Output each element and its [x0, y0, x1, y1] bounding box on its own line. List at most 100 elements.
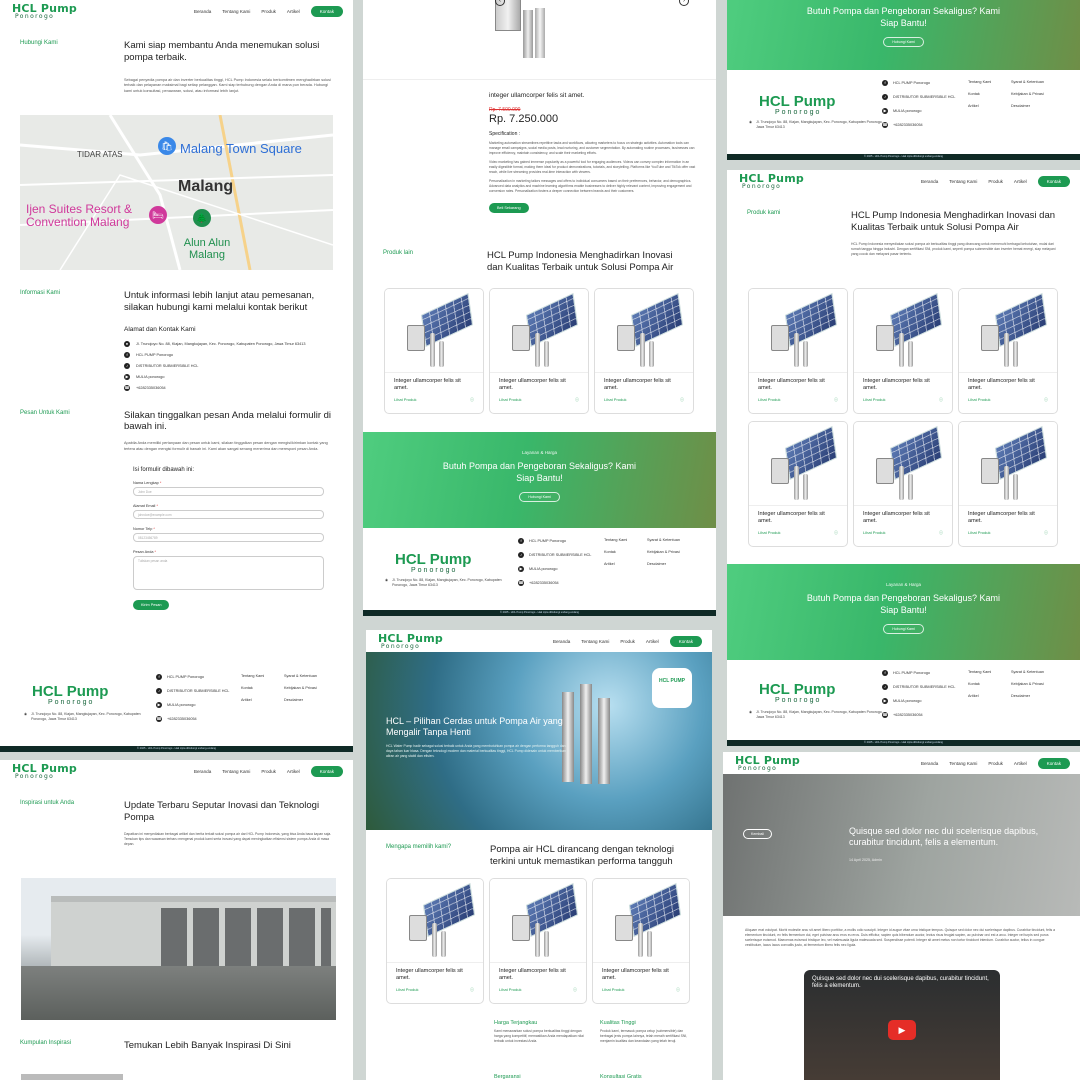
nav-contact-button[interactable]: Kontak [310, 765, 343, 777]
logo[interactable]: HCL Pump Ponorogo [12, 763, 77, 780]
product-card[interactable]: Integer ullamcorper felis sit amet. Lihat… [853, 288, 953, 414]
footer-social-facebook[interactable]: f HCL PUMP Ponorogo [156, 674, 229, 680]
footer-link[interactable]: Artikel [968, 104, 991, 108]
phone-field[interactable]: 08123456789 [133, 532, 324, 542]
product-card[interactable]: Integer ullamcorper felis sit amet. Lihat… [386, 878, 484, 1004]
footer-link[interactable]: Desclaimer [1011, 694, 1044, 698]
nav-item-produk[interactable]: Produk [261, 9, 276, 14]
cta-button[interactable]: Hubungi Kami [519, 492, 560, 503]
card-link[interactable]: Lihat Produk ⓘ [749, 392, 847, 403]
footer-social-whatsapp[interactable]: ☎ +6282335036054 [518, 580, 591, 586]
nav-item-artikel[interactable]: Artikel [646, 639, 659, 644]
article-thumbnail[interactable] [21, 1074, 123, 1080]
product-card[interactable]: Integer ullamcorper felis sit amet. Lihat… [489, 878, 587, 1004]
youtube-play-icon[interactable]: ▶ [888, 1020, 916, 1040]
footer-link[interactable]: Kebijakan & Privasi [1011, 92, 1044, 96]
message-field[interactable]: Tuliskan pesan anda [133, 555, 324, 590]
footer-logo[interactable]: HCL Pump Ponorogo [32, 684, 108, 706]
footer-link[interactable]: Kebijakan & Privasi [647, 550, 680, 554]
nav-item-artikel[interactable]: Artikel [1014, 179, 1027, 184]
product-card[interactable]: Integer ullamcorper felis sit amet. Lihat… [384, 288, 484, 414]
card-link[interactable]: Lihat Produk ⓘ [749, 525, 847, 536]
footer-link[interactable]: Kontak [241, 686, 264, 690]
footer-social-tiktok[interactable]: ♪ DISTRIBUTOR SUBMERSIBLE HCL [156, 688, 229, 694]
back-button[interactable]: Kembali [743, 829, 772, 839]
nav-item-artikel[interactable]: Artikel [1014, 761, 1027, 766]
footer-link[interactable]: Tentang Kami [241, 674, 264, 678]
contact-tiktok[interactable]: ♪ DISTRIBUTOR SUBMERSIBLE HCL [124, 362, 333, 369]
nav-item-produk[interactable]: Produk [620, 639, 635, 644]
card-link[interactable]: Lihat Produk ⓘ [593, 982, 689, 993]
card-link[interactable]: Lihat Produk ⓘ [490, 982, 586, 993]
footer-logo[interactable]: HCL Pump Ponorogo [759, 682, 835, 704]
footer-logo[interactable]: HCL Pump Ponorogo [759, 94, 835, 116]
card-link[interactable]: Lihat Produk ⓘ [959, 525, 1057, 536]
nav-item-tentang[interactable]: Tentang Kami [222, 769, 250, 774]
footer-link[interactable]: Kontak [604, 550, 627, 554]
contact-whatsapp[interactable]: ☎ +6282335036054 [124, 384, 333, 391]
nav-item-beranda[interactable]: Beranda [553, 639, 570, 644]
footer-link[interactable]: Desclaimer [1011, 104, 1044, 108]
footer-link[interactable]: Tentang Kami [968, 670, 991, 674]
nav-item-beranda[interactable]: Beranda [921, 179, 938, 184]
nav-item-tentang[interactable]: Tentang Kami [949, 761, 977, 766]
card-link[interactable]: Lihat Produk ⓘ [854, 525, 952, 536]
footer-social-whatsapp[interactable]: ☎ +6282335036054 [882, 122, 955, 128]
footer-link[interactable]: Artikel [604, 562, 627, 566]
name-field[interactable]: John Doe [133, 486, 324, 496]
footer-link[interactable]: Kontak [968, 682, 991, 686]
footer-social-whatsapp[interactable]: ☎ +6282335036054 [156, 716, 229, 722]
nav-item-artikel[interactable]: Artikel [287, 9, 300, 14]
nav-item-produk[interactable]: Produk [261, 769, 276, 774]
footer-logo[interactable]: HCL Pump Ponorogo [395, 552, 471, 574]
nav-contact-button[interactable]: Kontak [1037, 757, 1070, 769]
product-card[interactable]: Integer ullamcorper felis sit amet. Lihat… [592, 878, 690, 1004]
product-card[interactable]: Integer ullamcorper felis sit amet. Lihat… [853, 421, 953, 547]
nav-item-artikel[interactable]: Artikel [287, 769, 300, 774]
card-link[interactable]: Lihat Produk ⓘ [387, 982, 483, 993]
footer-social-facebook[interactable]: f HCL PUMP Ponorogo [882, 80, 955, 86]
card-link[interactable]: Lihat Produk ⓘ [490, 392, 588, 403]
logo[interactable]: HCL Pump Ponorogo [739, 173, 804, 190]
footer-social-whatsapp[interactable]: ☎ +6282335036054 [882, 712, 955, 718]
nav-item-beranda[interactable]: Beranda [194, 769, 211, 774]
footer-social-facebook[interactable]: f HCL PUMP Ponorogo [882, 670, 955, 676]
footer-social-youtube[interactable]: ▶ MULIA ponorogo [518, 566, 591, 572]
footer-social-facebook[interactable]: f HCL PUMP Ponorogo [518, 538, 591, 544]
product-card[interactable]: Integer ullamcorper felis sit amet. Lihat… [489, 288, 589, 414]
card-link[interactable]: Lihat Produk ⓘ [385, 392, 483, 403]
nav-item-tentang[interactable]: Tentang Kami [581, 639, 609, 644]
nav-item-tentang[interactable]: Tentang Kami [222, 9, 250, 14]
product-card[interactable]: Integer ullamcorper felis sit amet. Lihat… [748, 421, 848, 547]
contact-facebook[interactable]: f HCL PUMP Ponorogo [124, 351, 333, 358]
footer-social-youtube[interactable]: ▶ MULIA ponorogo [156, 702, 229, 708]
footer-link[interactable]: Syarat & Ketentuan [284, 674, 317, 678]
location-map[interactable]: TIDAR ATAS 🛍 Malang Town Square Malang I… [20, 114, 333, 270]
product-card[interactable]: Integer ullamcorper felis sit amet. Lihat… [958, 288, 1058, 414]
footer-link[interactable]: Tentang Kami [604, 538, 627, 542]
submit-button[interactable]: Kirim Pesan [133, 599, 170, 610]
email-field[interactable]: johndoe@example.com [133, 509, 324, 519]
footer-social-tiktok[interactable]: ♪ DISTRIBUTOR SUBMERSIBLE HCL [882, 94, 955, 100]
buy-now-button[interactable]: Beli Sekarang [489, 203, 529, 214]
card-link[interactable]: Lihat Produk ⓘ [959, 392, 1057, 403]
contact-youtube[interactable]: ▶ MULIA ponorogo [124, 373, 333, 380]
logo[interactable]: HCL Pump Ponorogo [378, 633, 443, 650]
footer-link[interactable]: Artikel [968, 694, 991, 698]
footer-link[interactable]: Tentang Kami [968, 80, 991, 84]
footer-link[interactable]: Artikel [241, 698, 264, 702]
footer-link[interactable]: Kontak [968, 92, 991, 96]
nav-item-produk[interactable]: Produk [988, 179, 1003, 184]
nav-contact-button[interactable]: Kontak [1037, 175, 1070, 187]
product-card[interactable]: Integer ullamcorper felis sit amet. Lihat… [594, 288, 694, 414]
cta-button[interactable]: Hubungi Kami [883, 624, 924, 635]
card-link[interactable]: Lihat Produk ⓘ [595, 392, 693, 403]
product-card[interactable]: Integer ullamcorper felis sit amet. Lihat… [748, 288, 848, 414]
logo[interactable]: HCL Pump Ponorogo [12, 3, 77, 20]
article-hero-image[interactable] [21, 878, 336, 1020]
cta-button[interactable]: Hubungi Kami [883, 37, 924, 48]
nav-item-produk[interactable]: Produk [988, 761, 1003, 766]
footer-social-tiktok[interactable]: ♪ DISTRIBUTOR SUBMERSIBLE HCL [882, 684, 955, 690]
footer-link[interactable]: Syarat & Ketentuan [1011, 80, 1044, 84]
product-card[interactable]: Integer ullamcorper felis sit amet. Lihat… [958, 421, 1058, 547]
